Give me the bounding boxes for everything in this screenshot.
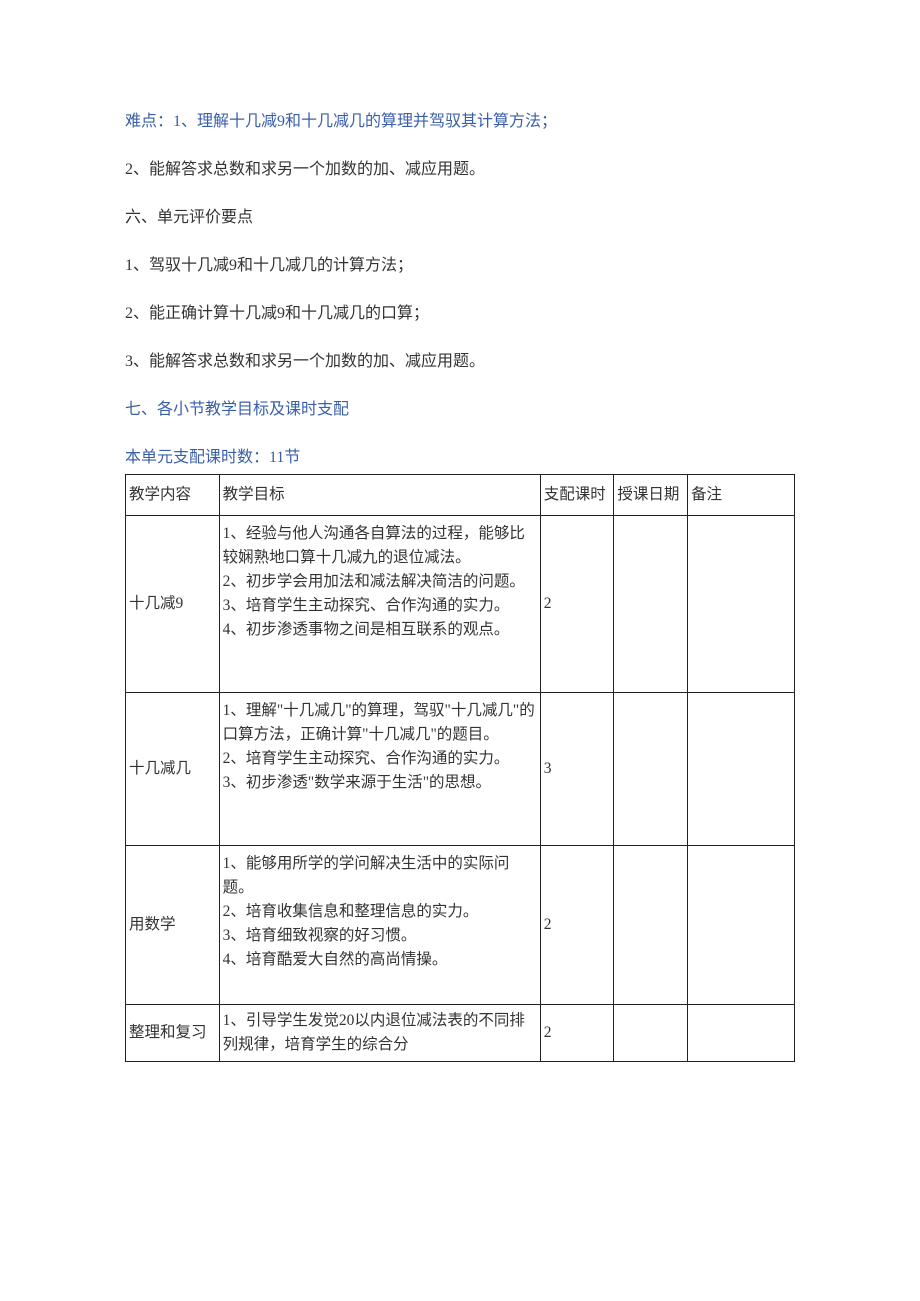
th-note: 备注 [687,475,794,516]
th-content: 教学内容 [126,475,220,516]
paragraph: 1、驾驭十几减9和十几减几的计算方法； [125,254,795,278]
paragraph: 2、能正确计算十几减9和十几减几的口算； [125,302,795,326]
cell-date [614,693,688,846]
cell-date [614,846,688,1005]
cell-hours: 2 [540,1005,614,1062]
th-goal: 教学目标 [219,475,540,516]
cell-hours: 2 [540,846,614,1005]
cell-content: 十几减9 [126,516,220,693]
cell-goal: 1、理解"十几减几"的算理，驾驭"十几减几"的口算方法，正确计算"十几减几"的题… [219,693,540,846]
cell-hours: 3 [540,693,614,846]
paragraph: 2、能解答求总数和求另一个加数的加、减应用题。 [125,158,795,182]
schedule-table: 教学内容 教学目标 支配课时 授课日期 备注 十几减9 1、经验与他人沟通各自算… [125,474,795,1062]
table-row: 整理和复习 1、引导学生发觉20以内退位减法表的不同排列规律，培育学生的综合分 … [126,1005,795,1062]
cell-date [614,1005,688,1062]
cell-note [687,1005,794,1062]
cell-goal: 1、经验与他人沟通各自算法的过程，能够比较娴熟地口算十几减九的退位减法。2、初步… [219,516,540,693]
cell-content: 十几减几 [126,693,220,846]
cell-content: 整理和复习 [126,1005,220,1062]
table-row: 用数学 1、能够用所学的学问解决生活中的实际问题。2、培育收集信息和整理信息的实… [126,846,795,1005]
paragraph: 本单元支配课时数：11节 [125,446,795,470]
cell-date [614,516,688,693]
paragraph: 六、单元评价要点 [125,206,795,230]
paragraph: 难点：1、理解十几减9和十几减几的算理并驾驭其计算方法； [125,110,795,134]
paragraph: 七、各小节教学目标及课时支配 [125,398,795,422]
table-header-row: 教学内容 教学目标 支配课时 授课日期 备注 [126,475,795,516]
cell-goal: 1、能够用所学的学问解决生活中的实际问题。2、培育收集信息和整理信息的实力。3、… [219,846,540,1005]
cell-note [687,693,794,846]
table-row: 十几减9 1、经验与他人沟通各自算法的过程，能够比较娴熟地口算十几减九的退位减法… [126,516,795,693]
cell-content: 用数学 [126,846,220,1005]
table-row: 十几减几 1、理解"十几减几"的算理，驾驭"十几减几"的口算方法，正确计算"十几… [126,693,795,846]
cell-note [687,516,794,693]
cell-goal: 1、引导学生发觉20以内退位减法表的不同排列规律，培育学生的综合分 [219,1005,540,1062]
th-hours: 支配课时 [540,475,614,516]
th-date: 授课日期 [614,475,688,516]
cell-hours: 2 [540,516,614,693]
paragraph: 3、能解答求总数和求另一个加数的加、减应用题。 [125,350,795,374]
cell-note [687,846,794,1005]
